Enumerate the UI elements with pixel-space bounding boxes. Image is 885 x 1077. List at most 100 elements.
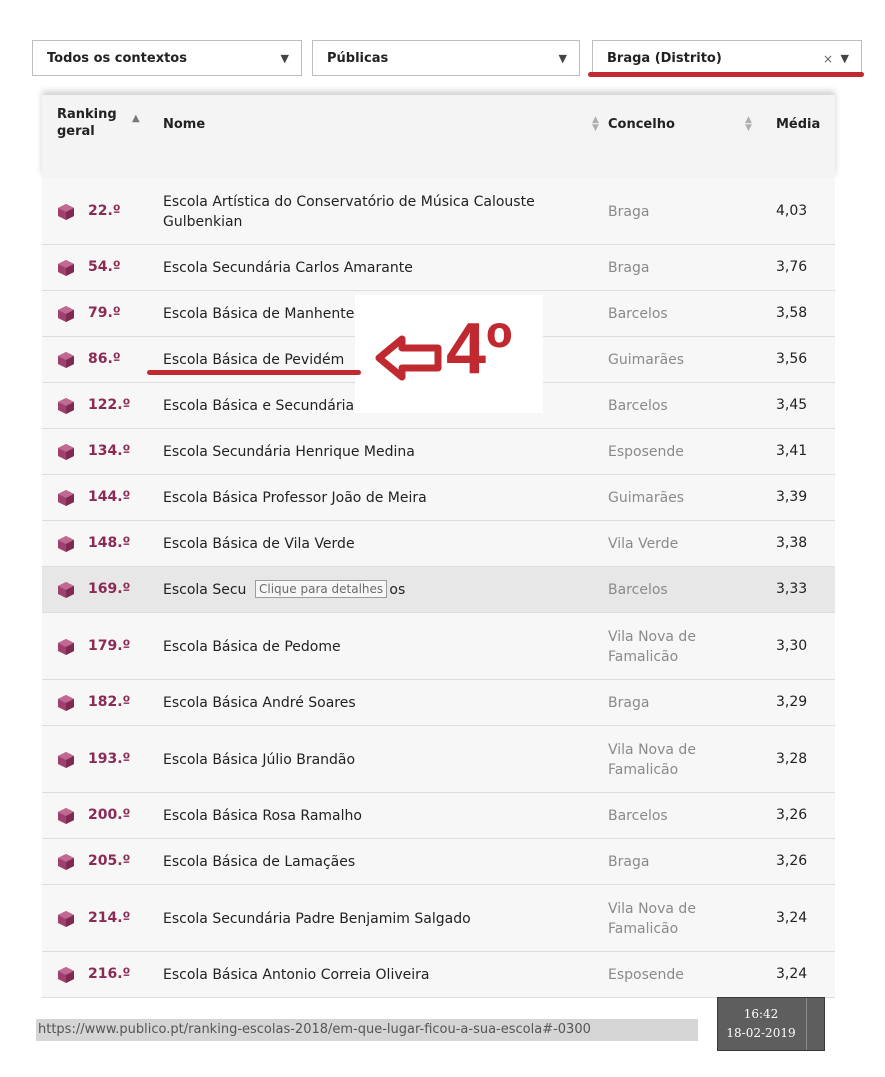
- media-value: 3,58: [776, 305, 808, 321]
- rank-value: 205.º: [88, 853, 131, 869]
- context-filter-select[interactable]: Todos os contextos ▼: [32, 40, 302, 76]
- cube-icon: [58, 306, 74, 322]
- table-row[interactable]: 179.º Escola Básica de Pedome Vila Nova de…: [42, 613, 835, 680]
- media-value: 3,56: [776, 351, 808, 367]
- school-name-link[interactable]: Escola Secu os: [163, 580, 583, 600]
- school-name-link[interactable]: Escola Secundária Carlos Amarante: [163, 258, 583, 278]
- rank-value: 179.º: [88, 638, 131, 654]
- concelho-value: Barcelos: [608, 582, 668, 598]
- rank-value: 22.º: [88, 203, 121, 219]
- concelho-value: Vila Nova de Famalicão: [608, 742, 696, 778]
- media-value: 3,24: [776, 910, 808, 926]
- taskbar-clock[interactable]: 16:42 18-02-2019: [717, 997, 825, 1051]
- clear-icon[interactable]: ×: [823, 52, 833, 66]
- cube-icon: [58, 352, 74, 368]
- table-row[interactable]: 193.º Escola Básica Júlio Brandão Vila Nov…: [42, 726, 835, 793]
- media-value: 3,26: [776, 807, 808, 823]
- school-name-link[interactable]: Escola Básica Antonio Correia Oliveira: [163, 965, 583, 985]
- concelho-value: Esposende: [608, 444, 684, 460]
- cube-icon: [58, 490, 74, 506]
- cube-icon: [58, 967, 74, 983]
- rank-value: 182.º: [88, 694, 131, 710]
- table-row[interactable]: 169.º Clique para detalhes Escola Secu os Ba…: [42, 567, 835, 613]
- sort-icon[interactable]: ▲ ▼: [592, 116, 599, 133]
- media-value: 3,76: [776, 259, 808, 275]
- type-filter-select[interactable]: Públicas ▼: [312, 40, 580, 76]
- school-name-link[interactable]: Escola Artística do Conservatório de Mús…: [163, 192, 583, 232]
- column-header-concelho[interactable]: Concelho: [608, 116, 675, 133]
- concelho-value: Vila Nova de Famalicão: [608, 901, 696, 937]
- table-header: Ranking geral ▲ Nome ▲ ▼ Concelho ▲ ▼ Médi…: [42, 95, 835, 179]
- table-row[interactable]: 214.º Escola Secundária Padre Benjamim Sa…: [42, 885, 835, 952]
- media-value: 3,26: [776, 853, 808, 869]
- concelho-value: Guimarães: [608, 490, 685, 506]
- column-header-name[interactable]: Nome: [163, 116, 205, 133]
- media-value: 3,29: [776, 694, 808, 710]
- media-value: 3,38: [776, 535, 808, 551]
- type-filter-label: Públicas: [327, 51, 389, 66]
- table-row[interactable]: 144.º Escola Básica Professor João de Mei…: [42, 475, 835, 521]
- table-row[interactable]: 205.º Escola Básica de Lamaçães Braga 3,26: [42, 839, 835, 885]
- school-name-link[interactable]: Escola Básica de Pedome: [163, 637, 583, 657]
- table-row[interactable]: 200.º Escola Básica Rosa Ramalho Barcelos 3…: [42, 793, 835, 839]
- column-header-rank[interactable]: Ranking geral: [57, 106, 117, 140]
- cube-icon: [58, 752, 74, 768]
- table-row[interactable]: 54.º Escola Secundária Carlos Amarante Bra…: [42, 245, 835, 291]
- cube-icon: [58, 204, 74, 220]
- cube-icon: [58, 444, 74, 460]
- school-name-link[interactable]: Escola Básica de Lamaçães: [163, 852, 583, 872]
- rank-value: 214.º: [88, 910, 131, 926]
- divider: [806, 998, 807, 1050]
- media-value: 3,45: [776, 397, 808, 413]
- media-value: 3,24: [776, 966, 808, 982]
- status-bar-url: https://www.publico.pt/ranking-escolas-2…: [36, 1019, 698, 1041]
- concelho-value: Barcelos: [608, 398, 668, 414]
- sort-icon[interactable]: ▲ ▼: [745, 116, 752, 133]
- chevron-down-icon[interactable]: ▼: [281, 52, 289, 65]
- school-name-link[interactable]: Escola Básica Rosa Ramalho: [163, 806, 583, 826]
- context-filter-label: Todos os contextos: [47, 51, 187, 66]
- concelho-value: Braga: [608, 204, 650, 220]
- school-name-text: Escola Secu: [163, 582, 247, 598]
- concelho-value: Vila Verde: [608, 536, 679, 552]
- rank-value: 54.º: [88, 259, 121, 275]
- table-row[interactable]: 148.º Escola Básica de Vila Verde Vila Ver…: [42, 521, 835, 567]
- chevron-down-icon[interactable]: ▼: [559, 52, 567, 65]
- concelho-value: Barcelos: [608, 306, 668, 322]
- concelho-value: Esposende: [608, 967, 684, 983]
- concelho-value: Braga: [608, 854, 650, 870]
- rank-value: 79.º: [88, 305, 121, 321]
- table-row[interactable]: 134.º Escola Secundária Henrique Medina Es…: [42, 429, 835, 475]
- school-name-link[interactable]: Escola Secundária Henrique Medina: [163, 442, 583, 462]
- rank-value: 200.º: [88, 807, 131, 823]
- media-value: 3,30: [776, 638, 808, 654]
- region-filter-select[interactable]: Braga (Distrito) × ▼: [592, 40, 862, 76]
- table-row[interactable]: 22.º Escola Artística do Conservatório de…: [42, 178, 835, 245]
- concelho-value: Guimarães: [608, 352, 685, 368]
- school-name-text-tail: os: [389, 582, 406, 598]
- rank-value: 193.º: [88, 751, 131, 767]
- school-name-link[interactable]: Escola Básica André Soares: [163, 693, 583, 713]
- region-filter-label: Braga (Distrito): [607, 51, 722, 66]
- school-name-link[interactable]: Escola Básica Professor João de Meira: [163, 488, 583, 508]
- clock-time: 16:42: [743, 1007, 779, 1021]
- rank-value: 169.º: [88, 581, 131, 597]
- media-value: 3,28: [776, 751, 808, 767]
- left-arrow-icon: [375, 335, 442, 381]
- column-header-media[interactable]: Média: [776, 116, 820, 133]
- cube-icon: [58, 911, 74, 927]
- sort-asc-icon[interactable]: ▲: [132, 113, 140, 124]
- highlight-underline: [147, 370, 361, 375]
- table-row[interactable]: 182.º Escola Básica André Soares Braga 3,29: [42, 680, 835, 726]
- school-name-link[interactable]: Escola Básica Júlio Brandão: [163, 750, 583, 770]
- school-name-link[interactable]: Escola Secundária Padre Benjamim Salgado: [163, 909, 583, 929]
- cube-icon: [58, 639, 74, 655]
- table-row[interactable]: 216.º Escola Básica Antonio Correia Olive…: [42, 952, 835, 998]
- cube-icon: [58, 695, 74, 711]
- chevron-down-icon[interactable]: ▼: [841, 52, 849, 65]
- concelho-value: Vila Nova de Famalicão: [608, 629, 696, 665]
- school-name-link[interactable]: Escola Básica de Vila Verde: [163, 534, 583, 554]
- clock-date: 18-02-2019: [726, 1026, 796, 1040]
- rank-value: 216.º: [88, 966, 131, 982]
- rank-value: 86.º: [88, 351, 121, 367]
